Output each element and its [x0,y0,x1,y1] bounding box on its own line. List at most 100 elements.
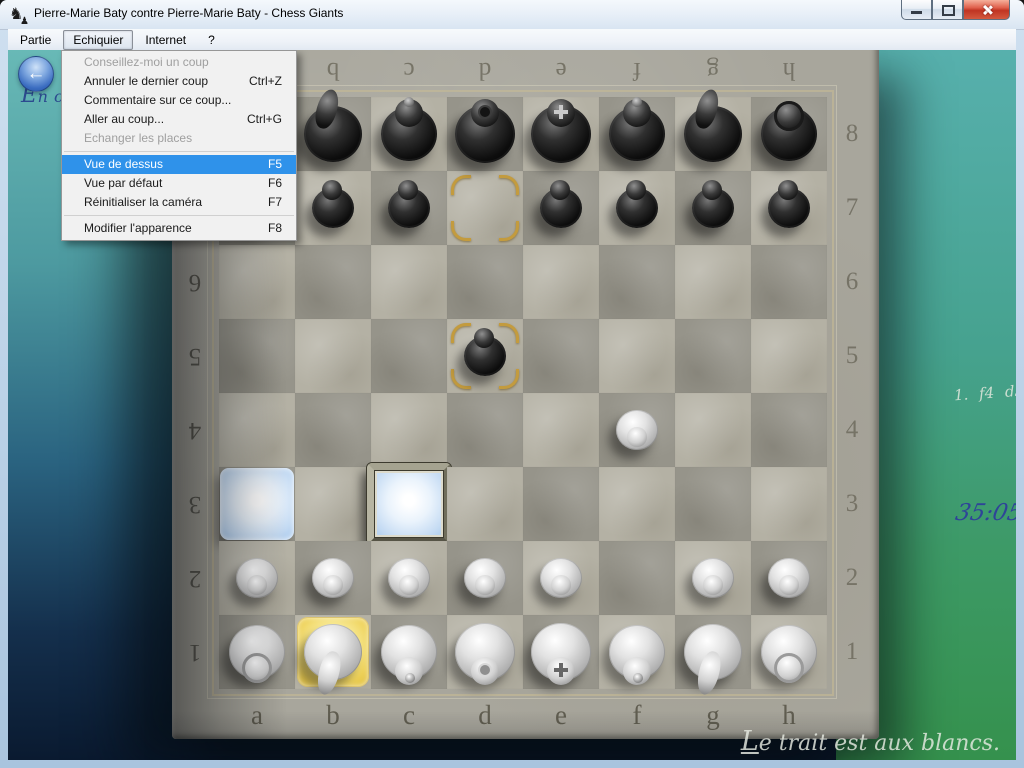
menubar-item-partie[interactable]: Partie [10,30,61,50]
piece-black-queen[interactable] [447,97,523,171]
maximize-icon [942,5,955,16]
bishop-tip [404,97,414,107]
pawn-head [322,180,342,200]
file-label-top-g: g [675,53,751,87]
menu-item-label: Vue par défaut [84,174,162,193]
window-title: Pierre-Marie Baty contre Pierre-Marie Ba… [34,6,343,20]
king-tip [553,662,569,678]
piece-white-knight[interactable] [675,615,751,689]
piece-black-pawn[interactable] [295,171,371,245]
menubar-item-?[interactable]: ? [198,30,225,50]
rank-label-right-5: 5 [832,319,872,393]
file-label-bottom-f: f [599,698,675,732]
menu-item-vue-par-defaut[interactable]: Vue par défaut F6 [62,174,296,193]
menu-item-shortcut: F6 [268,174,282,193]
piece-white-pawn[interactable] [371,541,447,615]
menu-item-aller-au-coup[interactable]: Aller au coup... Ctrl+G [62,110,296,129]
file-label-top-d: d [447,53,523,87]
menu-item-modifier-l-apparence[interactable]: Modifier l'apparence F8 [62,219,296,238]
bishop-tip [405,673,415,683]
file-label-top-b: b [295,53,371,87]
piece-white-pawn[interactable] [599,393,675,467]
menubar: PartieEchiquierInternet? [8,29,1016,51]
pawn-head [399,575,419,595]
file-label-bottom-e: e [523,698,599,732]
piece-black-pawn[interactable] [523,171,599,245]
rank-label-right-4: 4 [832,393,872,467]
menu-item-annuler-le-dernier-coup[interactable]: Annuler le dernier coupCtrl+Z [62,72,296,91]
game-clock: 35:05 [947,500,1016,526]
back-button[interactable]: ← [18,56,54,92]
piece-white-queen[interactable] [447,615,523,689]
menu-item-reinitialiser-la-camera[interactable]: Réinitialiser la caméraF7 [62,193,296,212]
file-label-top-f: f [599,53,675,87]
file-label-top-h: h [751,53,827,87]
rank-label-right-8: 8 [832,97,872,171]
turn-indicator: Le trait est aux blancs. [741,726,1000,757]
menu-item-shortcut: F8 [268,219,282,238]
pawn-head [702,180,722,200]
file-label-bottom-a: a [219,698,295,732]
minimize-button[interactable] [901,0,932,20]
piece-white-pawn[interactable] [523,541,599,615]
piece-white-pawn[interactable] [295,541,371,615]
piece-white-rook[interactable] [219,615,295,689]
pawn-head [323,575,343,595]
piece-white-knight[interactable] [295,615,371,689]
piece-black-pawn[interactable] [675,171,751,245]
queen-tip [480,107,490,117]
piece-black-pawn[interactable] [371,171,447,245]
rook-head [774,653,804,683]
piece-black-pawn[interactable] [447,319,523,393]
rank-label-right-2: 2 [832,541,872,615]
rank-label-right-3: 3 [832,467,872,541]
menubar-item-echiquier[interactable]: Echiquier [63,30,133,50]
piece-black-bishop[interactable] [599,97,675,171]
file-label-bottom-g: g [675,698,751,732]
menu-item-shortcut: Ctrl+G [247,110,282,129]
piece-white-bishop[interactable] [599,615,675,689]
app-window: ♞ ♟ Pierre-Marie Baty contre Pierre-Mari… [0,0,1024,768]
pawn-head [474,328,494,348]
menubar-item-internet[interactable]: Internet [135,30,196,50]
context-menu-echiquier: Conseillez-moi un coupAnnuler le dernier… [61,50,297,241]
menu-item-label: Modifier l'apparence [84,219,192,238]
file-label-bottom-c: c [371,698,447,732]
pawn-head [778,180,798,200]
client-area: aabbccddeeffgghh8877665544332211 ← En co… [8,50,1016,760]
file-label-bottom-b: b [295,698,371,732]
board-pieces [219,97,827,689]
file-label-top-e: e [523,53,599,87]
piece-white-pawn[interactable] [751,541,827,615]
app-icon: ♞ ♟ [9,5,29,25]
menu-item-label: Aller au coup... [84,110,164,129]
piece-black-king[interactable] [523,97,599,171]
rank-label-right-7: 7 [832,171,872,245]
titlebar[interactable]: ♞ ♟ Pierre-Marie Baty contre Pierre-Mari… [0,0,1024,30]
pawn-head [475,575,495,595]
pawn-head [550,180,570,200]
piece-black-bishop[interactable] [371,97,447,171]
close-icon [980,3,993,16]
piece-black-knight[interactable] [675,97,751,171]
piece-white-rook[interactable] [751,615,827,689]
maximize-button[interactable] [932,0,963,20]
piece-black-pawn[interactable] [751,171,827,245]
window-controls [901,0,1010,19]
queen-tip [480,665,490,675]
piece-black-pawn[interactable] [599,171,675,245]
menu-item-vue-de-dessus[interactable]: Vue de dessusF5 [62,155,296,174]
piece-black-knight[interactable] [295,97,371,171]
piece-white-pawn[interactable] [219,541,295,615]
close-button[interactable] [963,0,1010,20]
piece-white-king[interactable] [523,615,599,689]
menu-item-label: Conseillez-moi un coup [84,53,209,72]
piece-white-bishop[interactable] [371,615,447,689]
menu-item-conseillez-moi-un-coup: Conseillez-moi un coup [62,53,296,72]
piece-white-pawn[interactable] [675,541,751,615]
menu-item-label: Commentaire sur ce coup... [84,91,231,110]
piece-white-pawn[interactable] [447,541,523,615]
piece-black-rook[interactable] [751,97,827,171]
menu-separator [64,215,294,216]
menu-item-commentaire-sur-ce-coup[interactable]: Commentaire sur ce coup... [62,91,296,110]
